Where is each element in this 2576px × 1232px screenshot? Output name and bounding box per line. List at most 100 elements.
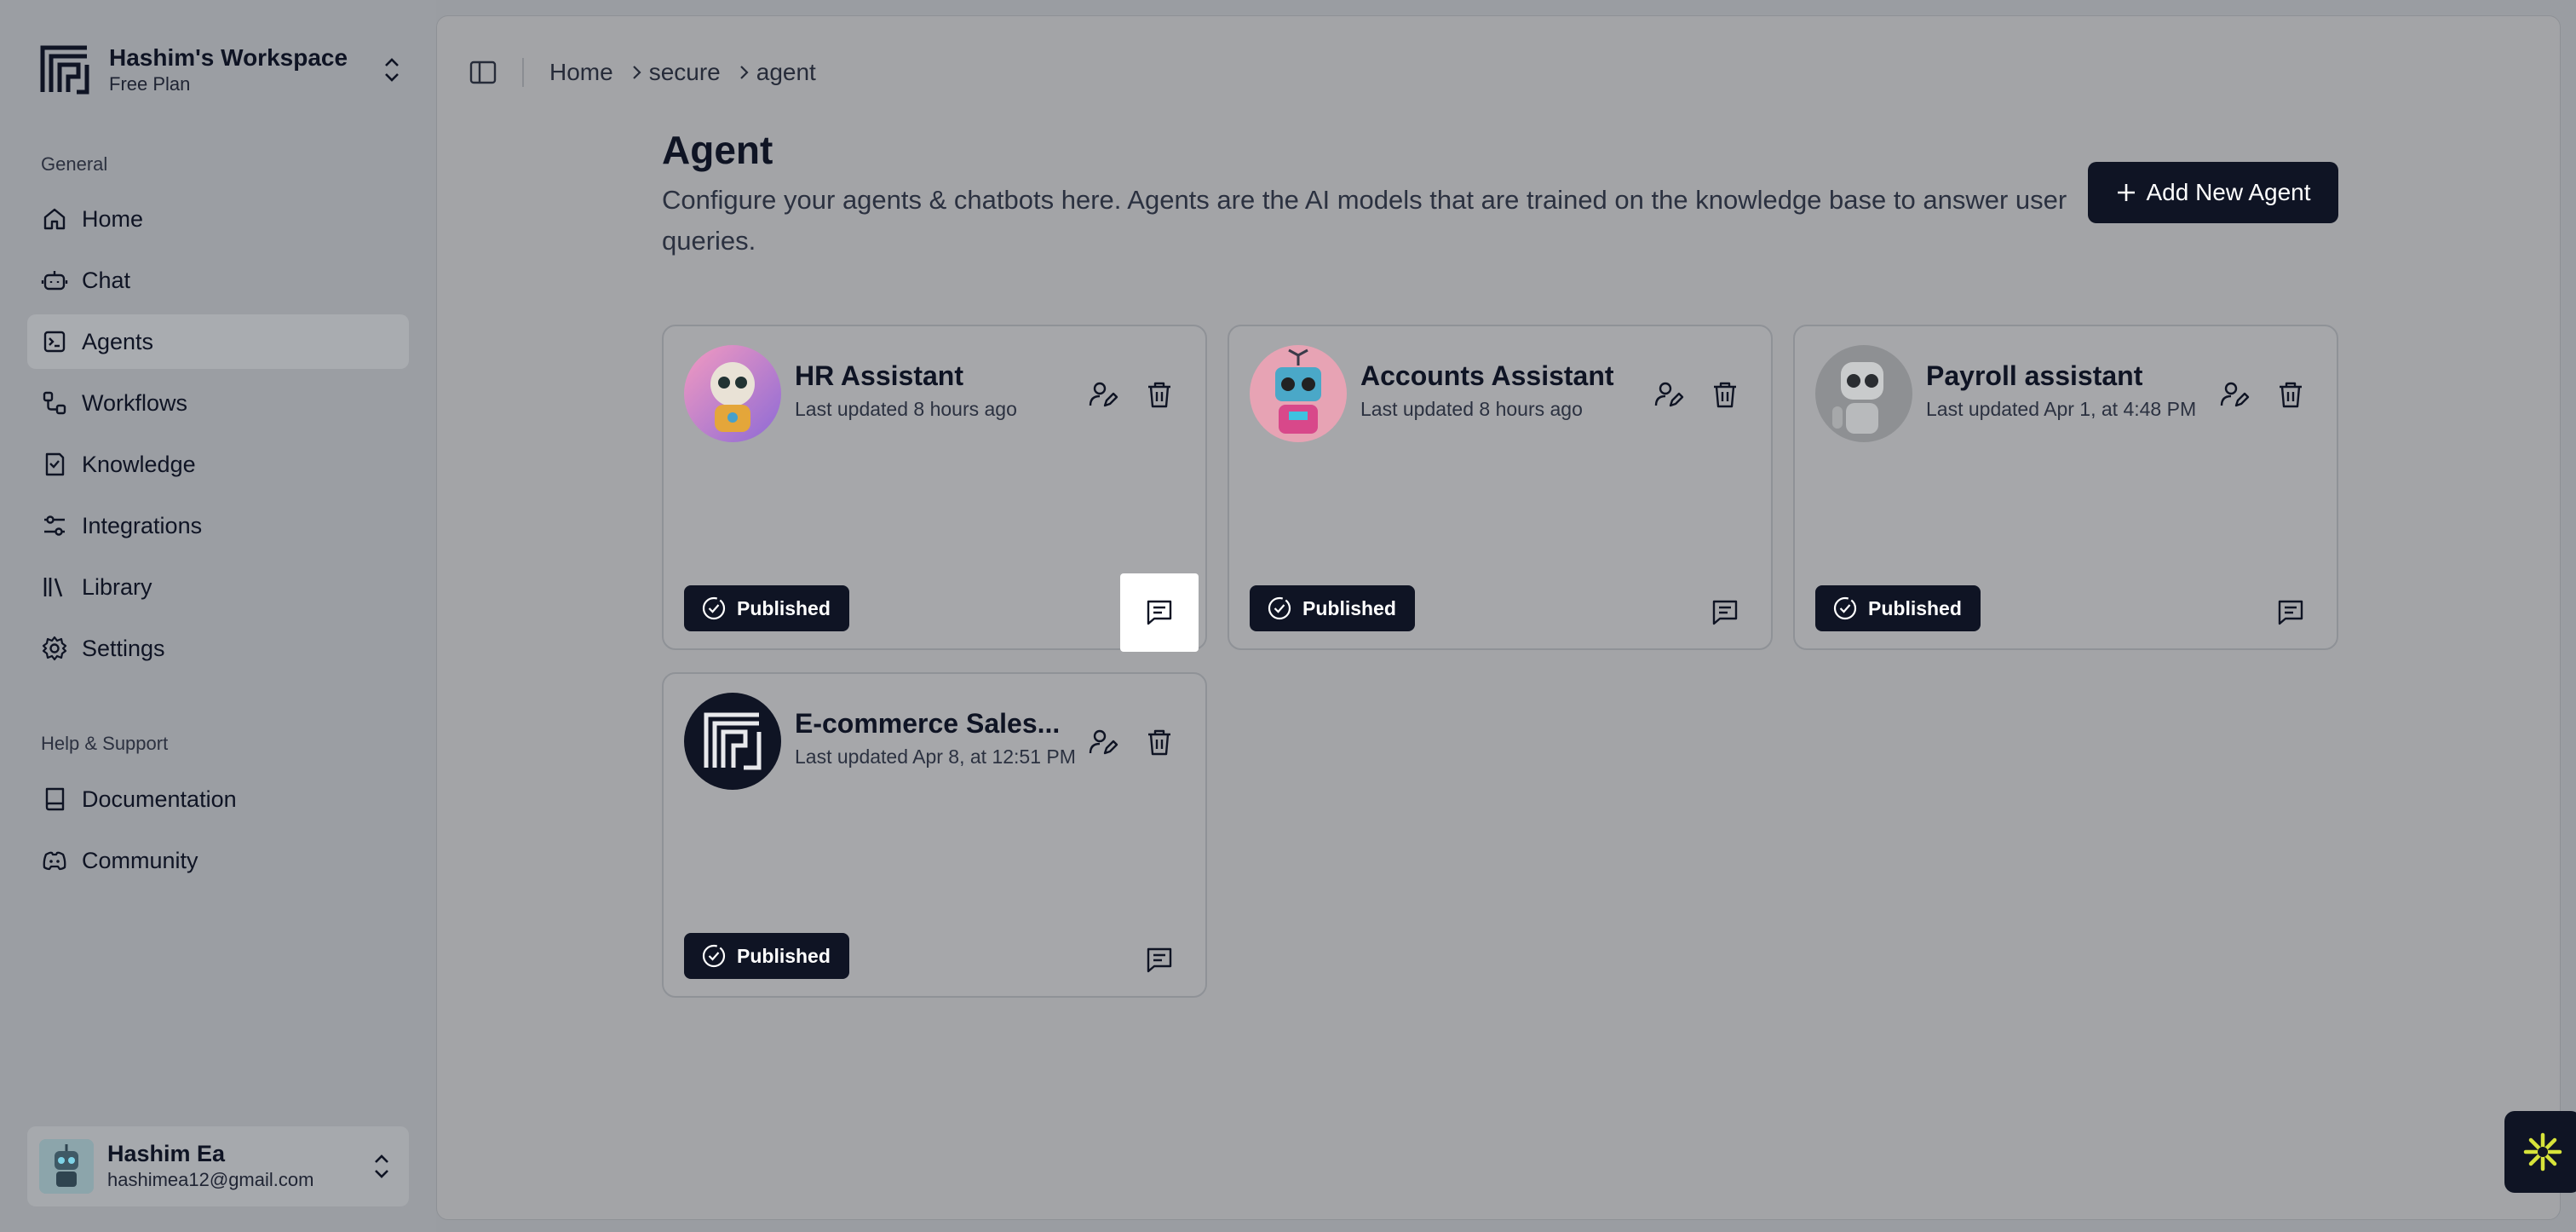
workspace-switcher[interactable]: Hashim's Workspace Free Plan xyxy=(37,37,404,102)
open-chat-button[interactable] xyxy=(2251,573,2330,652)
status-badge: Published xyxy=(684,585,849,631)
sidebar-item-agents[interactable]: Agents xyxy=(27,314,409,369)
discord-icon xyxy=(43,851,66,871)
sidebar: Hashim's Workspace Free Plan General Hom… xyxy=(0,0,436,1232)
chevron-right-icon xyxy=(632,66,641,79)
gear-icon xyxy=(42,636,67,661)
user-edit-icon[interactable] xyxy=(1088,379,1118,410)
agent-avatar xyxy=(684,693,781,790)
check-circle-icon xyxy=(1268,596,1291,620)
section-label-help: Help & Support xyxy=(41,733,169,754)
sidebar-item-label: Library xyxy=(82,573,152,600)
chevron-up-down-icon xyxy=(375,1154,388,1178)
breadcrumb-secure[interactable]: secure xyxy=(649,59,721,86)
user-email: hashimea12@gmail.com xyxy=(107,1169,314,1190)
agent-name: Accounts Assistant xyxy=(1360,360,1614,391)
open-chat-button[interactable] xyxy=(1120,573,1199,652)
workspace-plan: Free Plan xyxy=(109,73,191,95)
home-icon xyxy=(43,208,66,230)
agent-avatar xyxy=(1815,345,1912,442)
sidebar-item-label: Agents xyxy=(82,328,154,354)
chat-icon xyxy=(1712,600,1738,625)
add-new-agent-button[interactable]: Add New Agent xyxy=(2088,162,2338,223)
agent-name: Payroll assistant xyxy=(1926,360,2143,391)
section-label-general: General xyxy=(41,153,108,175)
sidebar-item-label: Workflows xyxy=(82,389,188,416)
user-edit-icon[interactable] xyxy=(1088,727,1118,757)
workflow-icon xyxy=(43,391,66,415)
agent-name: HR Assistant xyxy=(795,360,963,391)
chat-icon xyxy=(1147,600,1172,625)
sidebar-item-workflows[interactable]: Workflows xyxy=(27,376,409,430)
trash-icon[interactable] xyxy=(1144,379,1175,410)
agent-avatar xyxy=(684,345,781,442)
sidebar-item-label: Integrations xyxy=(82,512,203,538)
sidebar-item-label: Community xyxy=(82,847,198,873)
breadcrumb-home[interactable]: Home xyxy=(549,59,613,86)
main-panel: Home secure agent Agent Configure your a… xyxy=(436,15,2561,1220)
status-badge: Published xyxy=(1815,585,1981,631)
agent-card-accounts-assistant[interactable]: Accounts Assistant Last updated 8 hours … xyxy=(1228,325,1773,650)
workspace-name: Hashim's Workspace xyxy=(109,44,348,71)
user-menu[interactable]: Hashim Ea hashimea12@gmail.com xyxy=(27,1126,409,1206)
open-chat-button[interactable] xyxy=(1120,921,1199,999)
book-icon xyxy=(45,787,65,811)
trash-icon[interactable] xyxy=(2275,379,2306,410)
agent-updated: Last updated Apr 1, at 4:48 PM xyxy=(1926,398,2197,420)
check-circle-icon xyxy=(702,596,726,620)
sidebar-item-label: Chat xyxy=(82,267,131,293)
sidebar-item-library[interactable]: Library xyxy=(27,560,409,614)
chevron-up-down-icon xyxy=(385,58,399,82)
sidebar-item-label: Home xyxy=(82,205,144,232)
sidebar-item-label: Settings xyxy=(82,635,165,661)
breadcrumb: Home secure agent xyxy=(549,59,816,86)
user-name: Hashim Ea xyxy=(107,1141,226,1166)
sparkle-icon xyxy=(2523,1132,2562,1172)
agents-icon xyxy=(43,331,66,353)
topbar: Home secure agent xyxy=(468,54,816,91)
sidebar-item-label: Knowledge xyxy=(82,451,196,477)
check-circle-icon xyxy=(702,944,726,968)
chat-icon xyxy=(1147,947,1172,973)
sidebar-item-home[interactable]: Home xyxy=(27,192,409,246)
sidebar-item-chat[interactable]: Chat xyxy=(27,253,409,308)
bot-icon xyxy=(41,271,68,291)
status-badge-label: Published xyxy=(1868,596,1962,619)
status-badge-label: Published xyxy=(737,596,831,619)
status-badge: Published xyxy=(684,933,849,979)
agent-updated: Last updated 8 hours ago xyxy=(795,398,1017,420)
sidebar-item-community[interactable]: Community xyxy=(27,833,409,888)
library-icon xyxy=(43,578,63,597)
agent-card-ecommerce-sales[interactable]: E-commerce Sales... Last updated Apr 8, … xyxy=(662,672,1207,998)
agent-updated: Last updated 8 hours ago xyxy=(1360,398,1583,420)
chat-icon xyxy=(2278,600,2303,625)
agent-updated: Last updated Apr 8, at 12:51 PM xyxy=(795,746,1076,768)
trash-icon[interactable] xyxy=(1144,727,1175,757)
sidebar-item-label: Documentation xyxy=(82,786,237,812)
sidebar-item-knowledge[interactable]: Knowledge xyxy=(27,437,409,492)
agent-avatar xyxy=(1250,345,1347,442)
user-edit-icon[interactable] xyxy=(1653,379,1684,410)
plus-icon xyxy=(2118,184,2136,201)
status-badge-label: Published xyxy=(1302,596,1396,619)
topbar-divider xyxy=(522,58,524,87)
user-edit-icon[interactable] xyxy=(2219,379,2250,410)
sidebar-toggle-icon[interactable] xyxy=(468,57,498,88)
workspace-logo-icon xyxy=(40,45,89,95)
knowledge-icon xyxy=(45,452,65,476)
agent-card-payroll-assistant[interactable]: Payroll assistant Last updated Apr 1, at… xyxy=(1793,325,2338,650)
status-badge-label: Published xyxy=(737,944,831,967)
add-new-agent-label: Add New Agent xyxy=(2146,179,2311,205)
chevron-right-icon xyxy=(739,66,749,79)
status-badge: Published xyxy=(1250,585,1415,631)
sidebar-item-integrations[interactable]: Integrations xyxy=(27,498,409,553)
breadcrumb-agent[interactable]: agent xyxy=(756,59,816,86)
page-title: Agent xyxy=(662,128,773,172)
trash-icon[interactable] xyxy=(1710,379,1740,410)
agent-card-hr-assistant[interactable]: HR Assistant Last updated 8 hours ago Pu… xyxy=(662,325,1207,652)
sidebar-item-documentation[interactable]: Documentation xyxy=(27,772,409,826)
open-chat-button[interactable] xyxy=(1686,573,1764,652)
sidebar-item-settings[interactable]: Settings xyxy=(27,621,409,676)
agent-name: E-commerce Sales... xyxy=(795,708,1061,739)
assistant-fab-button[interactable] xyxy=(2504,1111,2576,1193)
